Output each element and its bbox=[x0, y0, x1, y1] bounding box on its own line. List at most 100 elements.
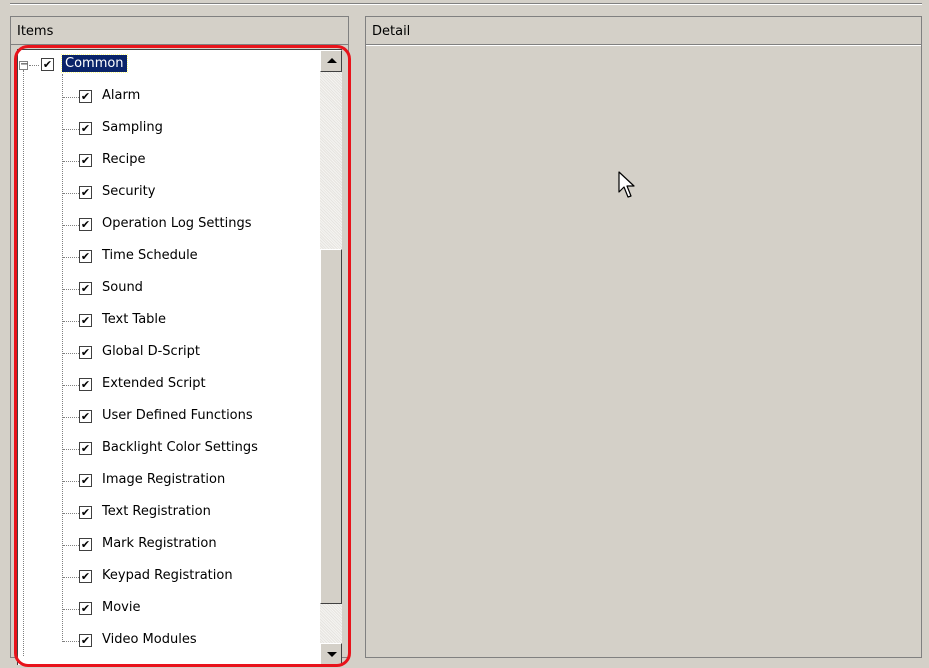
tree-node-recipe[interactable]: ✔ Recipe bbox=[18, 148, 318, 180]
tree-connector bbox=[63, 417, 79, 418]
checkmark-icon: ✔ bbox=[80, 218, 91, 231]
tree-connector bbox=[63, 513, 79, 514]
tree-connector bbox=[29, 65, 39, 66]
tree-node-image-registration[interactable]: ✔ Image Registration bbox=[18, 468, 318, 500]
tree-node-label[interactable]: User Defined Functions bbox=[99, 407, 256, 424]
items-header: Items bbox=[11, 17, 348, 45]
tree-node-label[interactable]: Alarm bbox=[99, 87, 143, 104]
tree-node-label[interactable]: Time Schedule bbox=[99, 247, 201, 264]
checkbox-sampling[interactable]: ✔ bbox=[79, 122, 92, 135]
scroll-up-arrow-icon bbox=[327, 58, 337, 63]
tree-connector bbox=[63, 225, 79, 226]
tree-node-text-table[interactable]: ✔ Text Table bbox=[18, 308, 318, 340]
tree-node-label[interactable]: Extended Script bbox=[99, 375, 209, 392]
checkbox-sound[interactable]: ✔ bbox=[79, 282, 92, 295]
tree-node-label[interactable]: Backlight Color Settings bbox=[99, 439, 261, 456]
checkmark-icon: ✔ bbox=[80, 570, 91, 583]
checkbox-mark-registration[interactable]: ✔ bbox=[79, 538, 92, 551]
checkbox-video-modules[interactable]: ✔ bbox=[79, 634, 92, 647]
checkmark-icon: ✔ bbox=[42, 58, 53, 71]
tree-node-security[interactable]: ✔ Security bbox=[18, 180, 318, 212]
tree-node-label[interactable]: Text Registration bbox=[99, 503, 214, 520]
tree-node-mark-registration[interactable]: ✔ Mark Registration bbox=[18, 532, 318, 564]
checkmark-icon: ✔ bbox=[80, 90, 91, 103]
tree-scrollbar[interactable] bbox=[320, 50, 342, 665]
tree-connector bbox=[63, 353, 79, 354]
tree-node-keypad-registration[interactable]: ✔ Keypad Registration bbox=[18, 564, 318, 596]
checkbox-recipe[interactable]: ✔ bbox=[79, 154, 92, 167]
tree-node-label[interactable]: Security bbox=[99, 183, 158, 200]
checkmark-icon: ✔ bbox=[80, 538, 91, 551]
checkmark-icon: ✔ bbox=[80, 122, 91, 135]
detail-header: Detail bbox=[366, 17, 921, 45]
tree-node-video-modules[interactable]: ✔ Video Modules bbox=[18, 628, 318, 660]
checkbox-time-schedule[interactable]: ✔ bbox=[79, 250, 92, 263]
tree-connector bbox=[63, 449, 79, 450]
checkbox-text-table[interactable]: ✔ bbox=[79, 314, 92, 327]
tree-connector bbox=[63, 97, 79, 98]
collapse-icon[interactable]: − bbox=[19, 60, 28, 70]
checkbox-text-registration[interactable]: ✔ bbox=[79, 506, 92, 519]
tree-node-label[interactable]: Image Registration bbox=[99, 471, 228, 488]
tree-connector bbox=[63, 641, 79, 642]
tree-connector bbox=[63, 129, 79, 130]
tree-node-label[interactable]: Video Modules bbox=[99, 631, 200, 648]
tree-node-label[interactable]: Text Table bbox=[99, 311, 169, 328]
scroll-down-arrow-icon bbox=[327, 652, 337, 657]
tree-node-label[interactable]: Mark Registration bbox=[99, 535, 220, 552]
tree-node-operation-log-settings[interactable]: ✔ Operation Log Settings bbox=[18, 212, 318, 244]
checkmark-icon: ✔ bbox=[80, 442, 91, 455]
tree-node-label[interactable]: Global D-Script bbox=[99, 343, 203, 360]
checkmark-icon: ✔ bbox=[80, 378, 91, 391]
tree-node-text-registration[interactable]: ✔ Text Registration bbox=[18, 500, 318, 532]
items-panel: Items − ✔ Common ✔ Alarm ✔ Sampling ✔ Recipe ✔… bbox=[10, 16, 349, 665]
tree-node-sampling[interactable]: ✔ Sampling bbox=[18, 116, 318, 148]
scroll-down-button[interactable] bbox=[320, 643, 342, 665]
tree-node-time-schedule[interactable]: ✔ Time Schedule bbox=[18, 244, 318, 276]
checkmark-icon: ✔ bbox=[80, 154, 91, 167]
tree-connector bbox=[63, 193, 79, 194]
tree-connector bbox=[63, 257, 79, 258]
tree-node-alarm[interactable]: ✔ Alarm bbox=[18, 84, 318, 116]
checkmark-icon: ✔ bbox=[80, 186, 91, 199]
detail-panel: Detail bbox=[365, 16, 922, 658]
detail-content-area[interactable] bbox=[366, 45, 921, 657]
tree-node-label[interactable]: Sampling bbox=[99, 119, 166, 136]
mouse-pointer-icon bbox=[618, 171, 635, 198]
tree-connector bbox=[63, 321, 79, 322]
tree-node-label[interactable]: Sound bbox=[99, 279, 146, 296]
checkbox-image-registration[interactable]: ✔ bbox=[79, 474, 92, 487]
tree-node-user-defined-functions[interactable]: ✔ User Defined Functions bbox=[18, 404, 318, 436]
scroll-thumb[interactable] bbox=[320, 249, 342, 604]
checkbox-extended-script[interactable]: ✔ bbox=[79, 378, 92, 391]
tree-node-backlight-color-settings[interactable]: ✔ Backlight Color Settings bbox=[18, 436, 318, 468]
tree-node-sound[interactable]: ✔ Sound bbox=[18, 276, 318, 308]
checkbox-security[interactable]: ✔ bbox=[79, 186, 92, 199]
tree-node-label[interactable]: Common bbox=[61, 54, 128, 73]
tree-node-movie[interactable]: ✔ Movie bbox=[18, 596, 318, 628]
checkmark-icon: ✔ bbox=[80, 314, 91, 327]
tree-node-common[interactable]: − ✔ Common bbox=[18, 52, 318, 84]
checkmark-icon: ✔ bbox=[80, 506, 91, 519]
scroll-up-button[interactable] bbox=[320, 50, 342, 72]
tree-node-global-d-script[interactable]: ✔ Global D-Script bbox=[18, 340, 318, 372]
checkbox-movie[interactable]: ✔ bbox=[79, 602, 92, 615]
top-divider bbox=[10, 0, 922, 4]
tree-node-label[interactable]: Keypad Registration bbox=[99, 567, 236, 584]
checkmark-icon: ✔ bbox=[80, 282, 91, 295]
items-tree[interactable]: − ✔ Common ✔ Alarm ✔ Sampling ✔ Recipe ✔ Securi… bbox=[17, 49, 342, 665]
tree-node-label[interactable]: Operation Log Settings bbox=[99, 215, 255, 232]
checkbox-alarm[interactable]: ✔ bbox=[79, 90, 92, 103]
checkmark-icon: ✔ bbox=[80, 346, 91, 359]
checkbox-backlight-color-settings[interactable]: ✔ bbox=[79, 442, 92, 455]
checkbox-global-d-script[interactable]: ✔ bbox=[79, 346, 92, 359]
checkbox-keypad-registration[interactable]: ✔ bbox=[79, 570, 92, 583]
checkbox-user-defined-functions[interactable]: ✔ bbox=[79, 410, 92, 423]
tree-node-extended-script[interactable]: ✔ Extended Script bbox=[18, 372, 318, 404]
checkmark-icon: ✔ bbox=[80, 602, 91, 615]
tree-node-label[interactable]: Recipe bbox=[99, 151, 148, 168]
checkbox-common[interactable]: ✔ bbox=[41, 58, 54, 71]
checkbox-operation-log-settings[interactable]: ✔ bbox=[79, 218, 92, 231]
tree-node-label[interactable]: Movie bbox=[99, 599, 143, 616]
tree-connector bbox=[63, 289, 79, 290]
